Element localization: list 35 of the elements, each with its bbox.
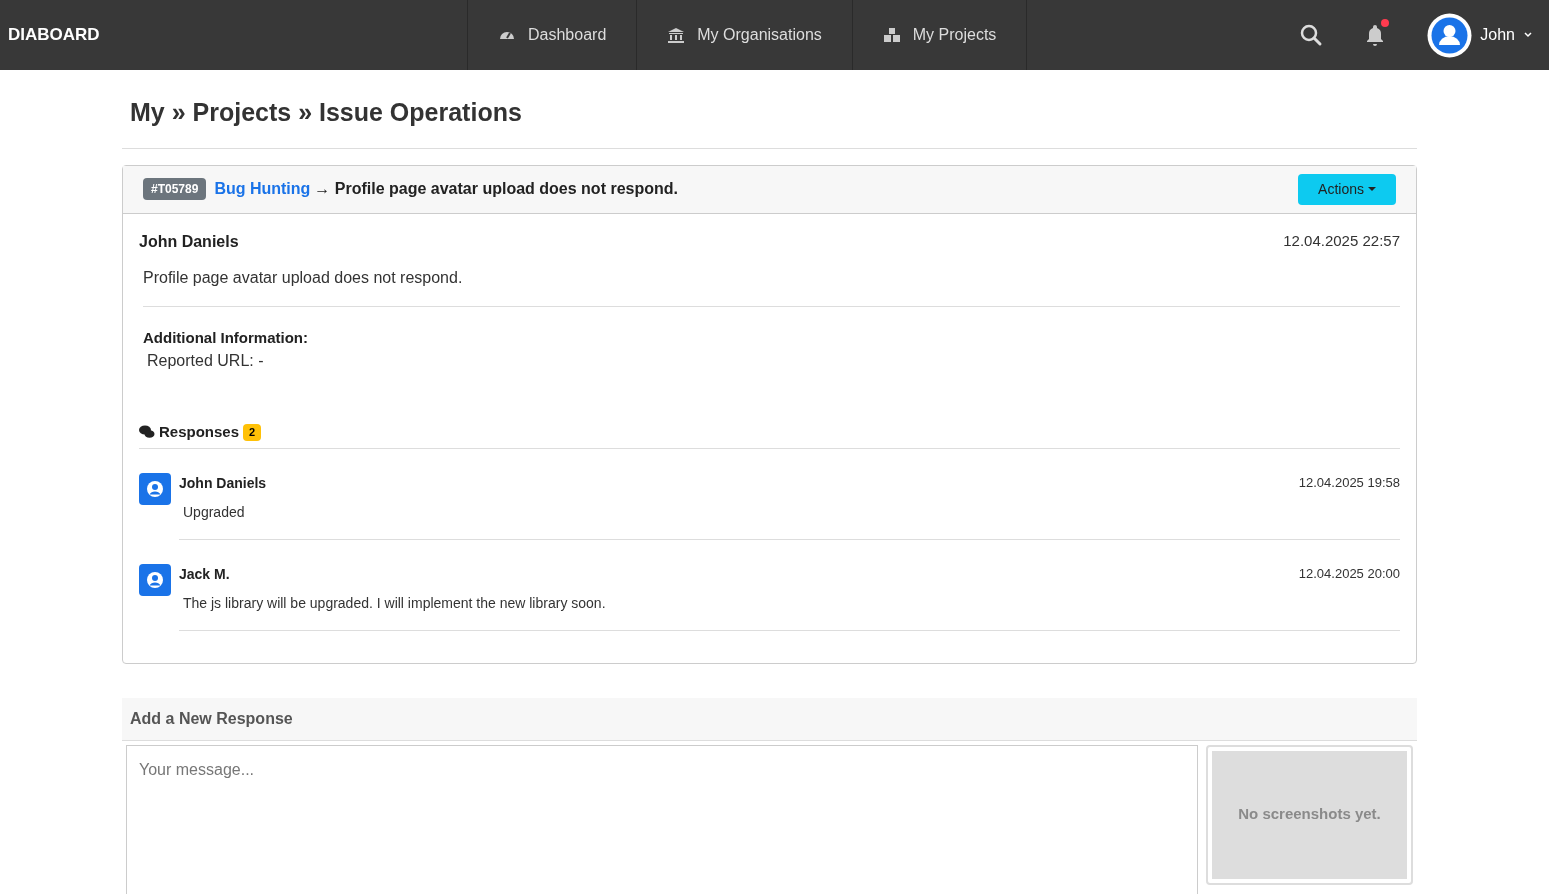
new-response-heading: Add a New Response <box>130 708 293 729</box>
actions-dropdown-button[interactable]: Actions <box>1298 173 1396 205</box>
response-date: 12.04.2025 20:00 <box>1298 564 1400 583</box>
issue-date: 12.04.2025 22:57 <box>1283 230 1400 251</box>
response-author: Jack M. <box>179 564 230 584</box>
nav-link[interactable]: My Organisations <box>636 0 852 70</box>
user-avatar-icon <box>139 472 171 505</box>
reported-url: Reported URL: - <box>147 351 265 371</box>
boxes-icon <box>882 26 901 44</box>
response-text: The js library will be upgraded. I will implement the new library soon. <box>183 593 607 613</box>
project-link[interactable]: Bug Hunting <box>214 177 311 201</box>
nav-link[interactable]: My Projects <box>851 0 1028 70</box>
comments-icon <box>139 424 155 441</box>
bank-icon <box>667 26 686 44</box>
brand-logo[interactable]: DIABOARD <box>0 22 467 48</box>
breadcrumb-title: My » Projects » Issue Operations <box>130 97 523 128</box>
response-date: 12.04.2025 19:58 <box>1298 473 1400 492</box>
caret-icon <box>1368 185 1376 193</box>
issue-title: → Profile page avatar upload does not respond. <box>314 179 678 199</box>
empty-screenshots-text: No screenshots yet. <box>1238 804 1381 825</box>
chevron-down-icon[interactable] <box>1523 30 1533 40</box>
user-avatar-icon <box>139 563 171 596</box>
responses-heading: Responses <box>159 422 240 442</box>
avatar-icon[interactable] <box>1427 12 1473 58</box>
nav-link[interactable]: Dashboard <box>467 0 637 70</box>
response-text: Upgraded <box>183 502 246 522</box>
issue-id-badge: #T05789 <box>143 178 207 200</box>
author-name: John Daniels <box>139 231 239 252</box>
additional-info-heading: Additional Information: <box>143 327 309 348</box>
message-field[interactable]: Your message... <box>126 744 1198 894</box>
search-icon[interactable] <box>1299 23 1324 47</box>
issue-description: Profile page avatar upload does not respond. <box>143 265 1400 307</box>
response-author: John Daniels <box>179 473 267 493</box>
responses-count-badge: 2 <box>243 424 262 441</box>
user-name[interactable]: John <box>1480 23 1515 47</box>
